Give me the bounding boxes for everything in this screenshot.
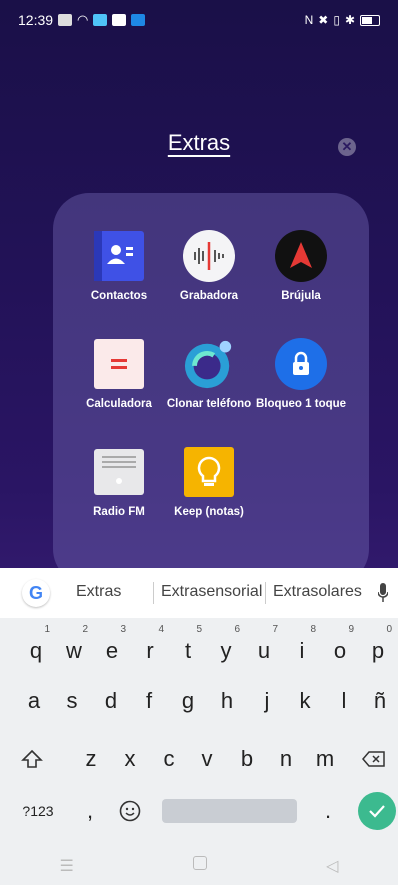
key-d[interactable]: d xyxy=(93,680,129,722)
backspace-key[interactable] xyxy=(356,738,392,780)
key-g[interactable]: g xyxy=(170,680,206,722)
navigation-bar: ☰ ◁ xyxy=(0,846,398,885)
play-store-notification-icon xyxy=(112,14,127,26)
emoji-key[interactable] xyxy=(112,790,148,832)
key-z[interactable]: z xyxy=(73,738,109,780)
period-key[interactable]: . xyxy=(310,790,346,832)
key-y[interactable]: y6 xyxy=(208,624,244,672)
comma-key[interactable]: , xyxy=(72,790,108,832)
calculator-icon xyxy=(93,338,145,390)
app-notification-icon xyxy=(93,14,108,26)
wifi-icon: ◠ xyxy=(77,12,89,27)
space-bar[interactable] xyxy=(162,799,297,823)
recorder-icon xyxy=(183,230,235,282)
key-i[interactable]: i8 xyxy=(284,624,320,672)
key-t[interactable]: t5 xyxy=(170,624,206,672)
app-label: Keep (notas) xyxy=(174,506,244,518)
app-label: Clonar teléfono xyxy=(166,398,252,410)
vibrate-icon: ▯ xyxy=(333,13,340,27)
status-bar: 12:39 ◠ N ✖ ▯ ✱ xyxy=(0,0,398,40)
app-contactos[interactable]: Contactos xyxy=(71,230,167,303)
clone-phone-icon xyxy=(183,338,235,390)
clock: 12:39 xyxy=(18,12,54,28)
app-keep-notas[interactable]: Keep (notas) xyxy=(161,446,257,519)
gallery-notification-icon xyxy=(58,14,73,26)
key-r[interactable]: r4 xyxy=(132,624,168,672)
nfc-icon: N xyxy=(304,13,314,27)
key-j[interactable]: j xyxy=(249,680,285,722)
contacts-icon xyxy=(93,230,145,282)
app-label: Grabadora xyxy=(179,290,239,302)
app-brujula[interactable]: Brújula xyxy=(253,230,349,303)
key-h[interactable]: h xyxy=(209,680,245,722)
suggestion-3[interactable]: Extrasolares xyxy=(273,583,362,601)
checkmark-icon xyxy=(369,805,385,818)
app-grabadora[interactable]: Grabadora xyxy=(161,230,257,303)
key-u[interactable]: u7 xyxy=(246,624,282,672)
home-icon[interactable] xyxy=(193,856,207,875)
key-s[interactable]: s xyxy=(54,680,90,722)
key-o[interactable]: o9 xyxy=(322,624,358,672)
divider xyxy=(153,582,154,604)
key-v[interactable]: v xyxy=(189,738,225,780)
suggestion-1[interactable]: Extras xyxy=(76,583,121,601)
bluetooth-icon: ✱ xyxy=(344,13,355,27)
close-folder-icon[interactable]: ✕ xyxy=(338,138,356,156)
emoji-icon xyxy=(119,800,141,822)
key-p[interactable]: p0 xyxy=(360,624,396,672)
app-clonar-telefono[interactable]: Clonar teléfono xyxy=(161,338,257,411)
key-b[interactable]: b xyxy=(229,738,265,780)
suggestion-2[interactable]: Extrasensorial xyxy=(161,583,262,601)
symbols-key[interactable]: ?123 xyxy=(16,790,60,832)
back-icon[interactable]: ◁ xyxy=(326,856,338,876)
key-e[interactable]: e3 xyxy=(94,624,130,672)
mute-icon: ✖ xyxy=(318,13,329,27)
app-label: Radio FM xyxy=(93,506,145,518)
key-q[interactable]: q1 xyxy=(18,624,54,672)
app-label: Brújula xyxy=(281,290,321,302)
suggestion-bar: G Extras Extrasensorial Extrasolares xyxy=(0,568,398,618)
shift-icon xyxy=(21,749,43,768)
key-w[interactable]: w2 xyxy=(56,624,92,672)
key-n-tilde[interactable]: ñ xyxy=(362,680,398,722)
key-c[interactable]: c xyxy=(151,738,187,780)
folder-title[interactable]: Extras xyxy=(168,130,230,155)
key-n[interactable]: n xyxy=(268,738,304,780)
bluetooth-notification-icon xyxy=(131,14,146,26)
app-calculadora[interactable]: Calculadora xyxy=(71,338,167,411)
divider xyxy=(265,582,266,604)
compass-icon xyxy=(275,230,327,282)
lock-icon xyxy=(275,338,327,390)
enter-key[interactable] xyxy=(358,792,396,830)
key-x[interactable]: x xyxy=(112,738,148,780)
shift-key[interactable] xyxy=(14,738,50,780)
radio-icon xyxy=(93,446,145,498)
battery-icon xyxy=(360,14,380,26)
keyboard: G Extras Extrasensorial Extrasolares q1 … xyxy=(0,568,398,885)
key-a[interactable]: a xyxy=(16,680,52,722)
google-icon[interactable]: G xyxy=(22,579,50,607)
app-bloqueo-1-toque[interactable]: Bloqueo 1 toque xyxy=(253,338,349,411)
app-label: Contactos xyxy=(90,290,148,302)
backspace-icon xyxy=(362,751,385,767)
key-k[interactable]: k xyxy=(287,680,323,722)
key-f[interactable]: f xyxy=(131,680,167,722)
lightbulb-icon xyxy=(183,446,235,498)
key-l[interactable]: l xyxy=(326,680,362,722)
app-radio-fm[interactable]: Radio FM xyxy=(71,446,167,519)
key-m[interactable]: m xyxy=(307,738,343,780)
menu-icon[interactable]: ☰ xyxy=(60,856,74,876)
microphone-icon[interactable] xyxy=(377,582,389,604)
app-label: Bloqueo 1 toque xyxy=(255,398,347,410)
app-label: Calculadora xyxy=(86,398,152,410)
